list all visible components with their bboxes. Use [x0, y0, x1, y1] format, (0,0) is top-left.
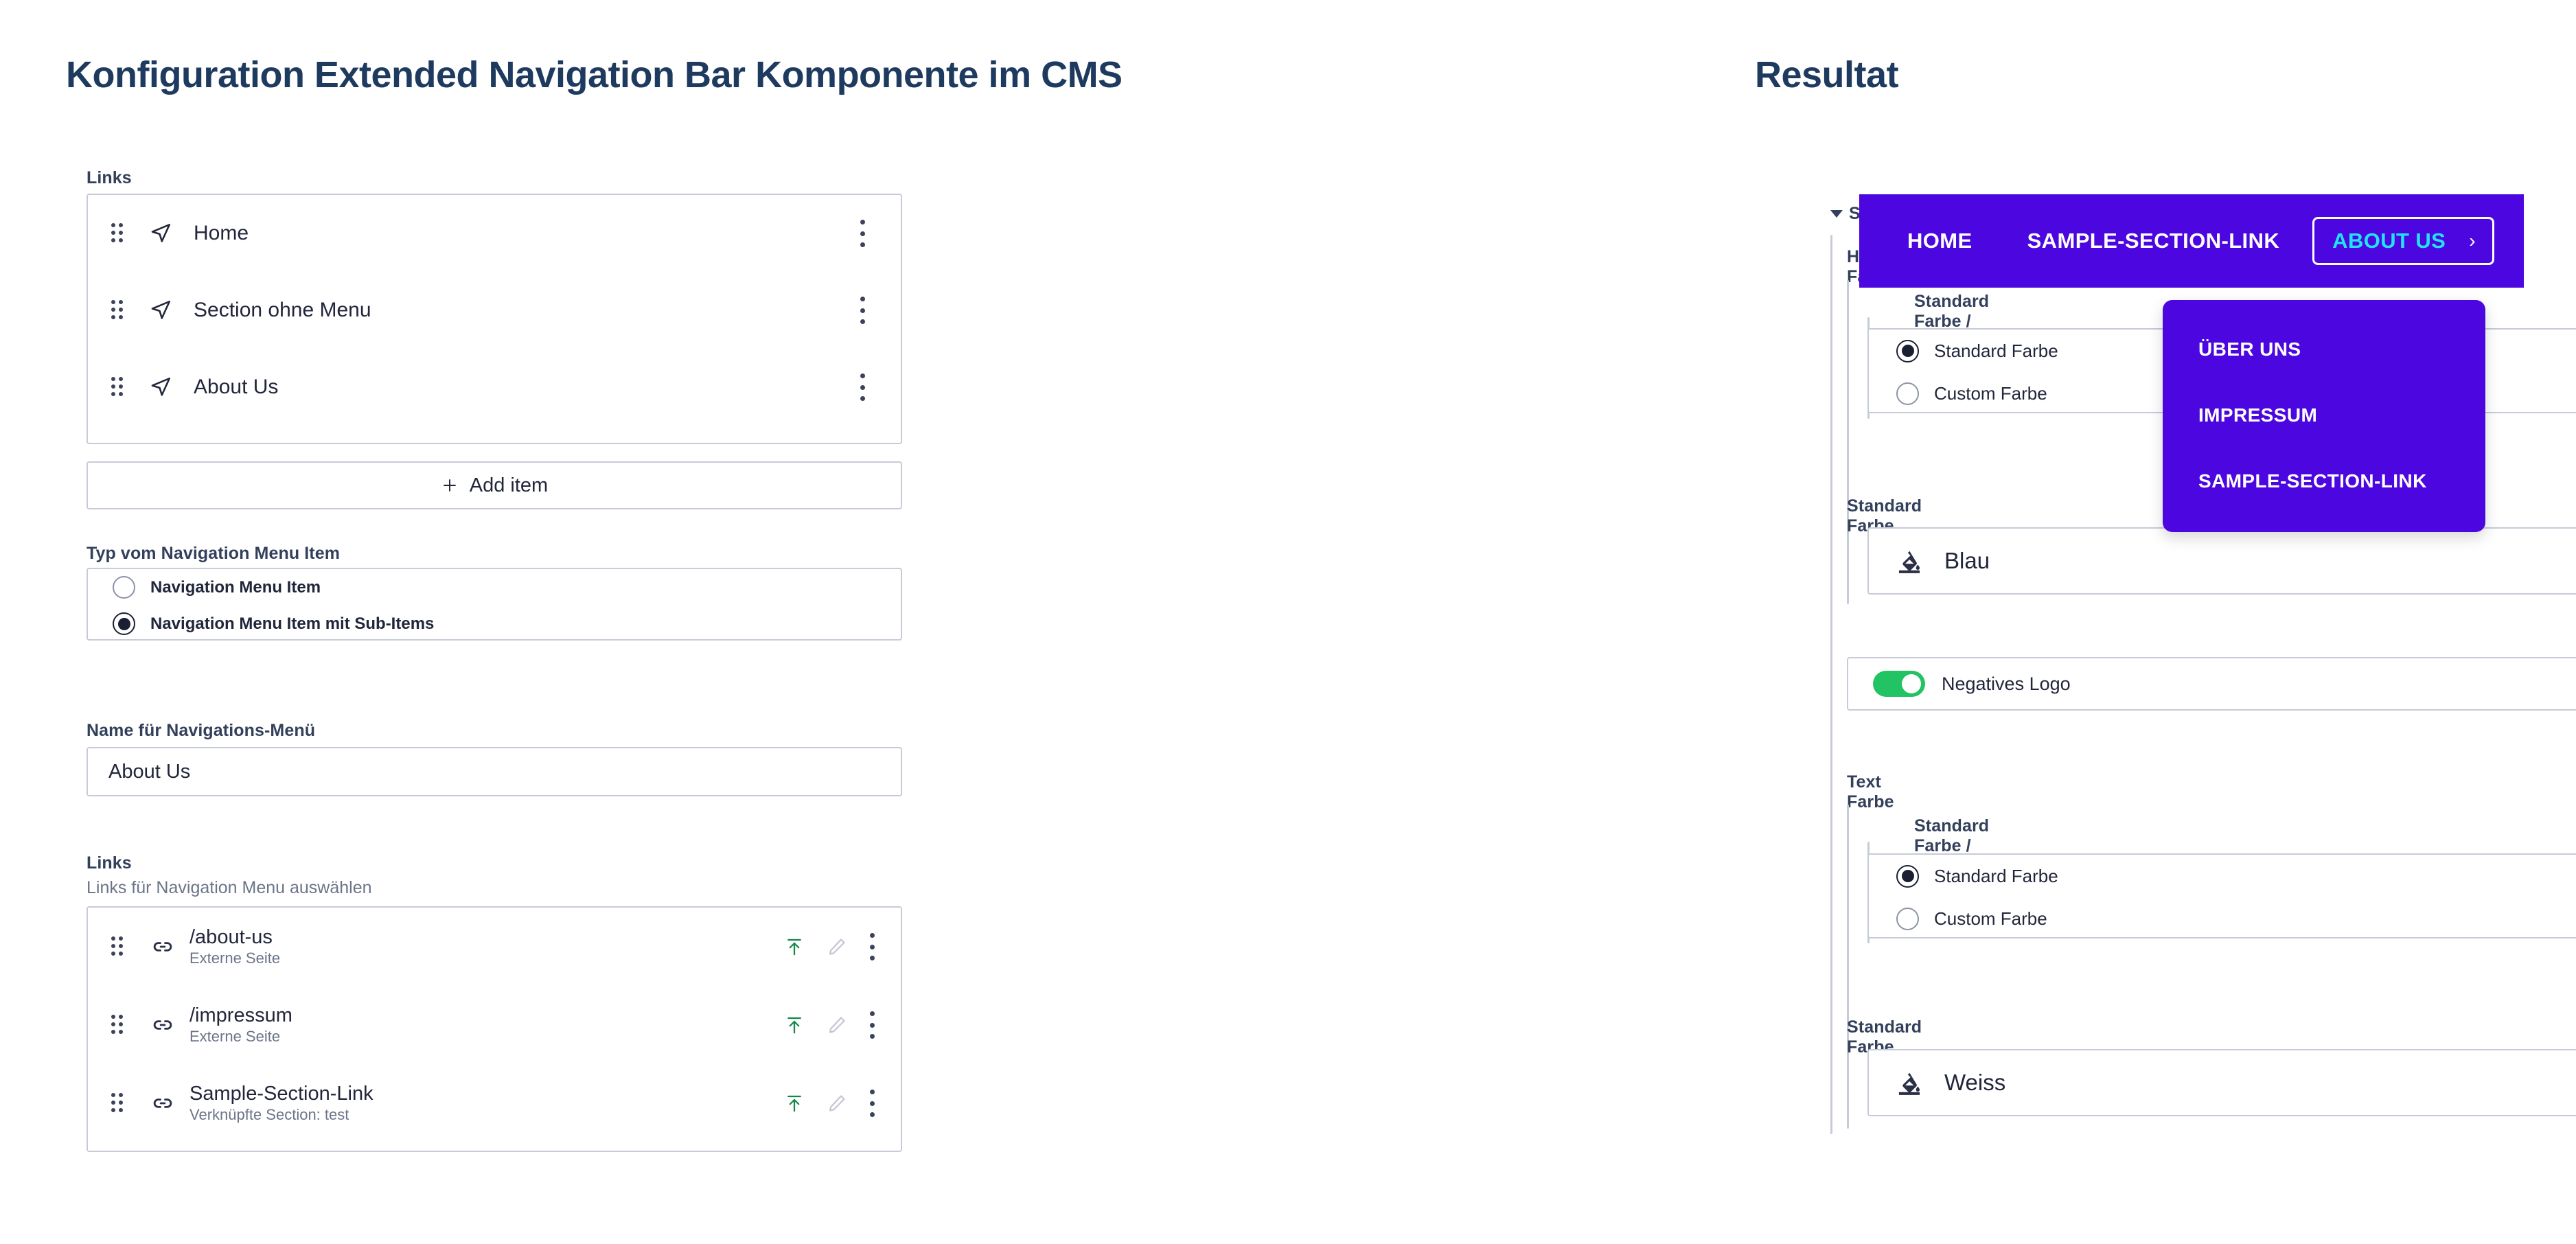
link-chain-icon	[151, 1013, 189, 1037]
dropdown-item-sample-section-link[interactable]: SAMPLE-SECTION-LINK	[2198, 470, 2485, 492]
drag-handle-icon[interactable]	[111, 377, 148, 398]
nav-item-row[interactable]: Section ohne Menu	[88, 272, 901, 349]
more-options-icon[interactable]	[849, 220, 876, 247]
label-links-section: Links	[87, 853, 132, 873]
link-title: Sample-Section-Link	[189, 1083, 373, 1105]
link-subtitle: Externe Seite	[189, 1028, 281, 1045]
more-options-icon[interactable]	[869, 933, 875, 960]
nav-item-label: Home	[194, 222, 249, 244]
link-title: /impressum	[189, 1004, 292, 1026]
radio-icon[interactable]	[113, 612, 135, 635]
link-chain-icon	[151, 1092, 189, 1115]
label-text-color: Text Farbe	[1847, 772, 1894, 811]
drag-handle-icon[interactable]	[111, 223, 148, 244]
radio-icon[interactable]	[113, 576, 135, 599]
indent-guide	[1847, 280, 1849, 604]
radio-label: Navigation Menu Item mit Sub-Items	[150, 614, 435, 633]
navbar-link-sample-section-link[interactable]: SAMPLE-SECTION-LINK	[2027, 229, 2280, 253]
nav-item-row[interactable]: Home	[88, 195, 901, 272]
publish-upload-icon[interactable]	[784, 936, 805, 957]
edit-pencil-icon[interactable]	[827, 1093, 847, 1114]
indent-guide	[1830, 235, 1832, 1134]
color-name: Weiss	[1944, 1070, 2006, 1095]
drag-handle-icon[interactable]	[111, 300, 148, 321]
label-links-section-subtitle: Links für Navigation Menu auswählen	[87, 878, 372, 897]
radio-option-standard-farbe-text[interactable]: Standard Farbe	[1869, 855, 2576, 897]
format-color-fill-glyph	[1898, 1072, 1920, 1095]
navigation-menu-name-input[interactable]	[87, 747, 902, 796]
dropdown-item-ueber-uns[interactable]: ÜBER UNS	[2198, 338, 2485, 360]
link-chain-icon	[151, 935, 189, 958]
edit-pencil-icon[interactable]	[827, 1015, 847, 1035]
screenshot-root: Konfiguration Extended Navigation Bar Ko…	[0, 0, 2576, 1244]
near-me-arrow-icon	[148, 298, 194, 323]
drag-handle-icon[interactable]	[111, 936, 151, 957]
nav-item-label: Section ohne Menu	[194, 299, 371, 321]
edit-pencil-icon[interactable]	[827, 936, 847, 957]
publish-upload-icon[interactable]	[784, 1015, 805, 1035]
result-dropdown-menu: ÜBER UNS IMPRESSUM SAMPLE-SECTION-LINK	[2163, 300, 2485, 532]
add-item-label: Add item	[469, 474, 549, 496]
text-standard-color-row[interactable]: Weiss	[1867, 1049, 2576, 1116]
radio-icon[interactable]	[1896, 382, 1919, 405]
label-navigation-menu-name: Name für Navigations-Menü	[87, 721, 316, 740]
chevron-down-icon	[1830, 210, 1843, 218]
background-standard-color-row[interactable]: Blau	[1867, 527, 2576, 595]
text-color-mode-radio-group: Standard Farbe Custom Farbe	[1867, 853, 2576, 938]
navbar-link-home[interactable]: HOME	[1907, 229, 1973, 253]
more-options-icon[interactable]	[849, 297, 876, 324]
link-row[interactable]: /about-us Externe Seite	[88, 908, 901, 986]
add-item-button[interactable]: Add item	[87, 461, 902, 509]
radio-icon[interactable]	[1896, 864, 1919, 888]
label-nav-item-type: Typ vom Navigation Menu Item	[87, 544, 341, 563]
drag-handle-icon[interactable]	[111, 1093, 151, 1114]
label-links-top: Links	[87, 168, 132, 187]
navbar-active-label: ABOUT US	[2332, 229, 2446, 253]
color-name: Blau	[1944, 548, 1990, 573]
styling-panel: Styling Hintergrund Farbe Standard Farbe…	[913, 0, 2576, 1244]
dropdown-item-impressum[interactable]: IMPRESSUM	[2198, 404, 2485, 426]
link-row[interactable]: Sample-Section-Link Verknüpfte Section: …	[88, 1064, 901, 1142]
radio-label: Standard Farbe	[1934, 340, 2058, 361]
negatives-logo-label: Negatives Logo	[1942, 673, 2071, 694]
navbar-link-about-us-active[interactable]: ABOUT US ›	[2312, 217, 2494, 265]
radio-icon[interactable]	[1896, 339, 1919, 362]
radio-option-custom-farbe-text[interactable]: Custom Farbe	[1869, 897, 2576, 940]
links-list: /about-us Externe Seite /impressum Exter…	[87, 906, 902, 1152]
navigation-items-list: Home Section ohne Menu About Us	[87, 194, 902, 444]
radio-option-navigation-menu-item-with-subitems[interactable]: Navigation Menu Item mit Sub-Items	[88, 606, 901, 642]
link-subtitle: Externe Seite	[189, 949, 281, 967]
near-me-arrow-icon	[148, 221, 194, 246]
nav-item-type-radio-group: Navigation Menu Item Navigation Menu Ite…	[87, 568, 902, 641]
publish-upload-icon[interactable]	[784, 1093, 805, 1114]
plus-icon	[444, 479, 456, 492]
radio-option-navigation-menu-item[interactable]: Navigation Menu Item	[88, 569, 901, 606]
toggle-knob	[1902, 674, 1921, 693]
negatives-logo-toggle[interactable]	[1873, 671, 1925, 697]
more-options-icon[interactable]	[869, 1011, 875, 1039]
more-options-icon[interactable]	[849, 373, 876, 401]
radio-label: Custom Farbe	[1934, 908, 2047, 929]
drag-handle-icon[interactable]	[111, 1015, 151, 1035]
more-options-icon[interactable]	[869, 1090, 875, 1117]
link-title: /about-us	[189, 926, 273, 948]
indent-guide	[1847, 805, 1849, 1129]
chevron-right-icon: ›	[2469, 230, 2476, 251]
configuration-left-column: Links Home Section ohne Menu About Us Ad…	[0, 0, 913, 1244]
radio-label: Navigation Menu Item	[150, 577, 321, 597]
radio-icon[interactable]	[1896, 907, 1919, 930]
negatives-logo-row: Negatives Logo	[1847, 657, 2576, 711]
radio-label: Standard Farbe	[1934, 865, 2058, 886]
near-me-arrow-icon	[148, 375, 194, 400]
page-title-result: Resultat	[1755, 54, 1899, 95]
link-row[interactable]: /impressum Externe Seite	[88, 986, 901, 1064]
result-navigation-bar: HOME SAMPLE-SECTION-LINK ABOUT US ›	[1859, 194, 2524, 288]
nav-item-row[interactable]: About Us	[88, 349, 901, 426]
radio-label: Custom Farbe	[1934, 382, 2047, 404]
paint-bucket-fill-icon	[1896, 1070, 1944, 1096]
nav-item-label: About Us	[194, 376, 279, 398]
link-subtitle: Verknüpfte Section: test	[189, 1106, 349, 1123]
format-color-fill-glyph	[1898, 551, 1920, 573]
paint-bucket-fill-icon	[1896, 548, 1944, 574]
